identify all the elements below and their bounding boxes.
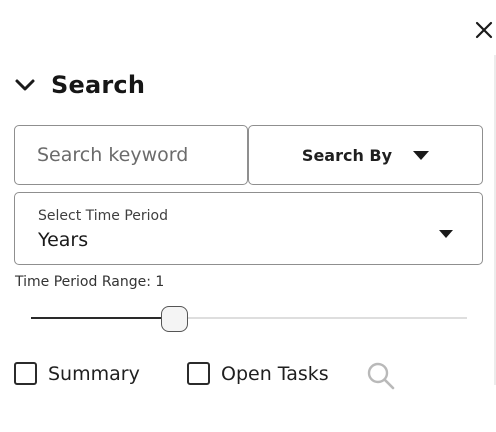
summary-checkbox-label: Summary — [48, 362, 140, 385]
time-period-label: Select Time Period — [38, 208, 169, 224]
search-by-label: Search By — [301, 145, 393, 165]
time-period-range-slider[interactable] — [31, 302, 467, 336]
section-title: Search — [51, 71, 146, 99]
search-section-toggle[interactable]: Search — [14, 68, 145, 102]
close-icon — [475, 21, 493, 39]
open-tasks-checkbox-label: Open Tasks — [221, 362, 329, 385]
slider-thumb[interactable] — [161, 306, 189, 332]
open-tasks-checkbox[interactable]: Open Tasks — [187, 362, 329, 385]
search-icon[interactable] — [366, 361, 396, 391]
close-button[interactable] — [471, 17, 496, 43]
search-by-dropdown[interactable]: Search By — [248, 125, 483, 185]
caret-down-icon — [439, 223, 453, 242]
slider-fill — [31, 317, 175, 319]
time-period-select[interactable]: Select Time Period Years — [14, 192, 483, 265]
checkbox-box[interactable] — [187, 362, 210, 385]
summary-checkbox[interactable]: Summary — [14, 362, 140, 385]
time-period-value: Years — [38, 229, 89, 251]
checkbox-box[interactable] — [14, 362, 37, 385]
time-period-range-label: Time Period Range: 1 — [15, 274, 165, 290]
caret-down-icon — [413, 150, 430, 160]
chevron-down-icon — [14, 75, 40, 95]
search-keyword-input[interactable] — [14, 125, 248, 185]
